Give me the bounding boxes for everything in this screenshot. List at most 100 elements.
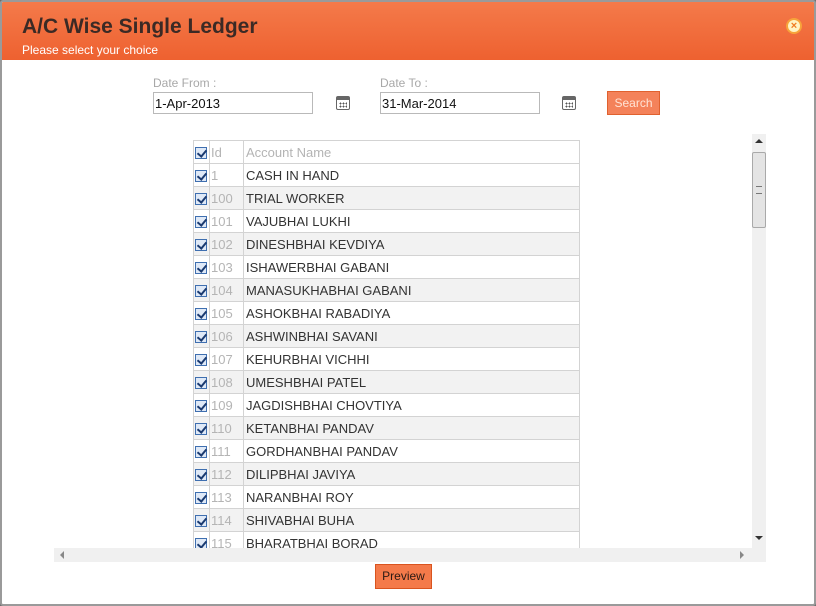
account-id-cell: 110: [209, 416, 244, 440]
scrollbar-thumb[interactable]: [752, 152, 766, 228]
table-row[interactable]: 103 ISHAWERBHAI GABANI: [193, 255, 580, 279]
date-from-label: Date From :: [153, 76, 217, 90]
row-checkbox[interactable]: [195, 423, 207, 436]
row-select-cell: [193, 301, 210, 325]
row-checkbox[interactable]: [195, 538, 207, 548]
account-name-cell: JAGDISHBHAI CHOVTIYA: [243, 393, 580, 417]
account-name-cell: VAJUBHAI LUKHI: [243, 209, 580, 233]
account-id-cell: 105: [209, 301, 244, 325]
account-id-cell: 111: [209, 439, 244, 463]
row-select-cell: [193, 485, 210, 509]
preview-button[interactable]: Preview: [375, 564, 432, 589]
account-id-cell: 1: [209, 163, 244, 187]
row-checkbox[interactable]: [195, 354, 207, 367]
row-checkbox[interactable]: [195, 400, 207, 413]
table-row[interactable]: 106 ASHWINBHAI SAVANI: [193, 324, 580, 348]
select-all-cell: [193, 140, 210, 164]
horizontal-scrollbar[interactable]: [54, 548, 766, 562]
table-header-row: Id Account Name: [193, 140, 580, 164]
row-checkbox[interactable]: [195, 331, 207, 344]
account-name-cell: UMESHBHAI PATEL: [243, 370, 580, 394]
table-row[interactable]: 110 KETANBHAI PANDAV: [193, 416, 580, 440]
row-checkbox[interactable]: [195, 377, 207, 390]
row-select-cell: [193, 278, 210, 302]
table-row[interactable]: 102 DINESHBHAI KEVDIYA: [193, 232, 580, 256]
date-to-label: Date To :: [380, 76, 428, 90]
table-row[interactable]: 101 VAJUBHAI LUKHI: [193, 209, 580, 233]
account-name-cell: ASHWINBHAI SAVANI: [243, 324, 580, 348]
row-checkbox[interactable]: [195, 285, 207, 298]
account-name-cell: TRIAL WORKER: [243, 186, 580, 210]
row-checkbox[interactable]: [195, 469, 207, 482]
row-select-cell: [193, 531, 210, 548]
scroll-up-arrow-icon[interactable]: [755, 139, 763, 143]
table-row[interactable]: 114 SHIVABHAI BUHA: [193, 508, 580, 532]
row-checkbox[interactable]: [195, 262, 207, 275]
column-header-id: Id: [209, 140, 244, 164]
scroll-down-arrow-icon[interactable]: [755, 536, 763, 540]
account-id-cell: 108: [209, 370, 244, 394]
account-name-cell: NARANBHAI ROY: [243, 485, 580, 509]
table-row[interactable]: 113 NARANBHAI ROY: [193, 485, 580, 509]
account-name-cell: DILIPBHAI JAVIYA: [243, 462, 580, 486]
scroll-right-arrow-icon[interactable]: [740, 551, 744, 559]
row-select-cell: [193, 347, 210, 371]
date-from-input[interactable]: [153, 92, 313, 114]
account-id-cell: 100: [209, 186, 244, 210]
account-name-cell: DINESHBHAI KEVDIYA: [243, 232, 580, 256]
table-row[interactable]: 1 CASH IN HAND: [193, 163, 580, 187]
account-name-cell: MANASUKHABHAI GABANI: [243, 278, 580, 302]
row-select-cell: [193, 209, 210, 233]
dialog-titlebar: A/C Wise Single Ledger Please select you…: [2, 2, 814, 60]
row-select-cell: [193, 416, 210, 440]
row-select-cell: [193, 232, 210, 256]
account-name-cell: CASH IN HAND: [243, 163, 580, 187]
account-id-cell: 109: [209, 393, 244, 417]
table-row[interactable]: 115 BHARATBHAI BORAD: [193, 531, 580, 548]
row-select-cell: [193, 324, 210, 348]
calendar-icon[interactable]: [562, 96, 576, 110]
close-button[interactable]: ×: [786, 18, 802, 34]
row-checkbox[interactable]: [195, 193, 207, 206]
account-id-cell: 104: [209, 278, 244, 302]
row-select-cell: [193, 393, 210, 417]
table-row[interactable]: 104 MANASUKHABHAI GABANI: [193, 278, 580, 302]
account-name-cell: SHIVABHAI BUHA: [243, 508, 580, 532]
column-header-account-name: Account Name: [243, 140, 580, 164]
account-name-cell: ASHOKBHAI RABADIYA: [243, 301, 580, 325]
scroll-left-arrow-icon[interactable]: [60, 551, 64, 559]
table-row[interactable]: 111 GORDHANBHAI PANDAV: [193, 439, 580, 463]
row-checkbox[interactable]: [195, 239, 207, 252]
select-all-checkbox[interactable]: [195, 147, 207, 160]
accounts-table: Id Account Name 1 CASH IN HAND 100 TRIAL WO…: [193, 140, 580, 548]
row-checkbox[interactable]: [195, 216, 207, 229]
row-checkbox[interactable]: [195, 515, 207, 528]
row-checkbox[interactable]: [195, 446, 207, 459]
row-select-cell: [193, 255, 210, 279]
table-row[interactable]: 109 JAGDISHBHAI CHOVTIYA: [193, 393, 580, 417]
account-name-cell: KEHURBHAI VICHHI: [243, 347, 580, 371]
row-checkbox[interactable]: [195, 308, 207, 321]
account-id-cell: 114: [209, 508, 244, 532]
table-row[interactable]: 107 KEHURBHAI VICHHI: [193, 347, 580, 371]
row-select-cell: [193, 186, 210, 210]
row-checkbox[interactable]: [195, 170, 207, 183]
account-id-cell: 102: [209, 232, 244, 256]
account-name-cell: ISHAWERBHAI GABANI: [243, 255, 580, 279]
table-row[interactable]: 105 ASHOKBHAI RABADIYA: [193, 301, 580, 325]
account-id-cell: 113: [209, 485, 244, 509]
account-id-cell: 103: [209, 255, 244, 279]
search-button[interactable]: Search: [607, 91, 660, 115]
table-row[interactable]: 108 UMESHBHAI PATEL: [193, 370, 580, 394]
row-select-cell: [193, 508, 210, 532]
calendar-icon[interactable]: [336, 96, 350, 110]
account-id-cell: 107: [209, 347, 244, 371]
vertical-scrollbar[interactable]: [752, 134, 766, 548]
date-to-input[interactable]: [380, 92, 540, 114]
account-name-cell: GORDHANBHAI PANDAV: [243, 439, 580, 463]
account-id-cell: 101: [209, 209, 244, 233]
table-row[interactable]: 100 TRIAL WORKER: [193, 186, 580, 210]
row-select-cell: [193, 462, 210, 486]
table-row[interactable]: 112 DILIPBHAI JAVIYA: [193, 462, 580, 486]
row-checkbox[interactable]: [195, 492, 207, 505]
